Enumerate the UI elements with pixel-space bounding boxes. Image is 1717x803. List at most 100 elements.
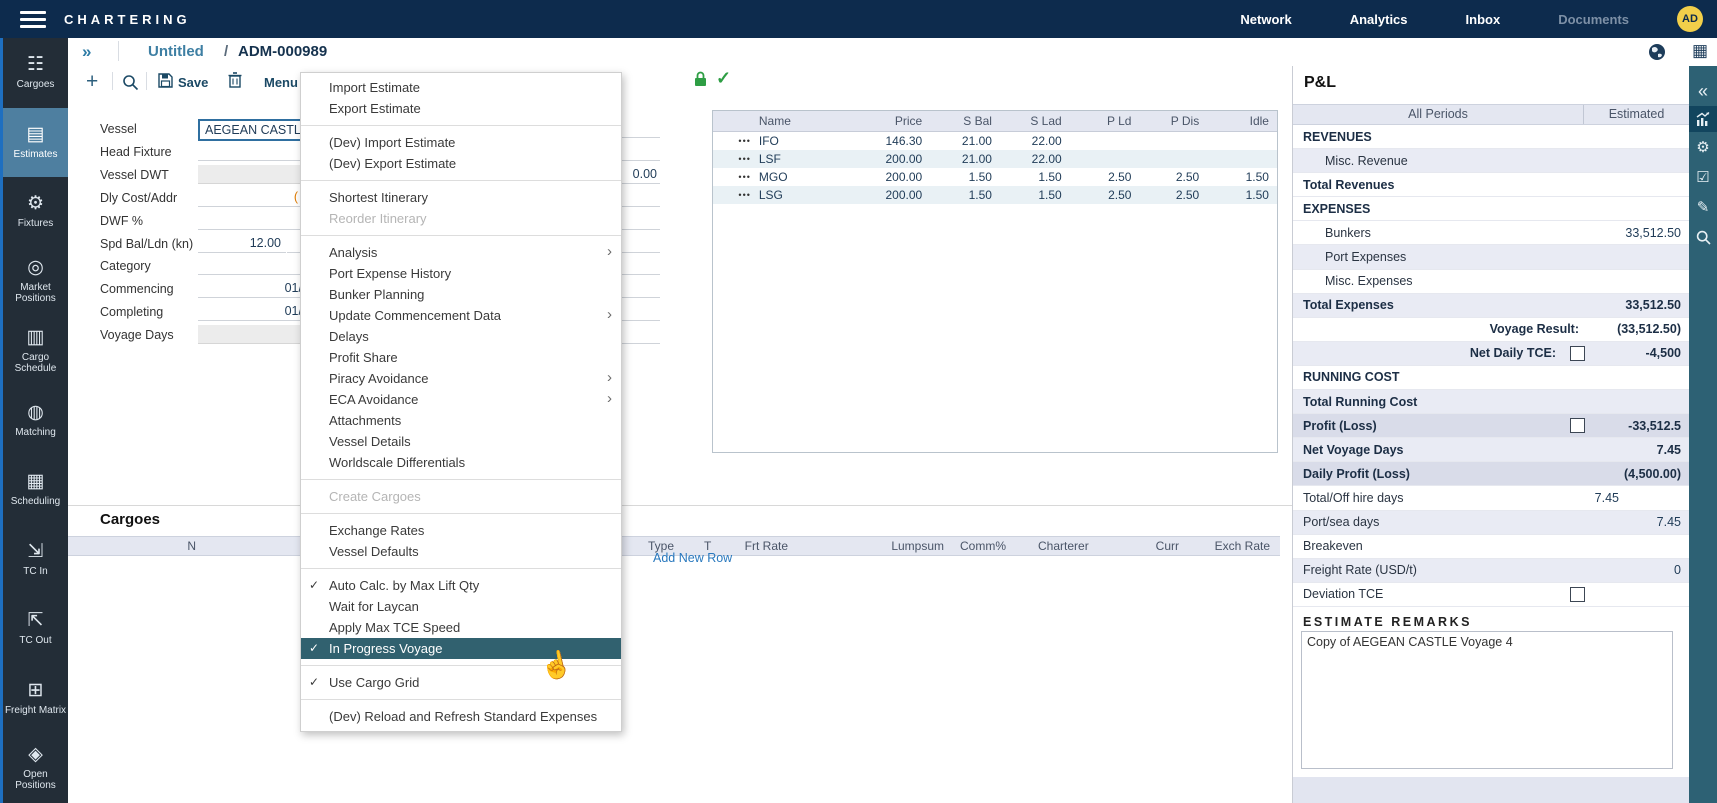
sidebar-item-cargoes[interactable]: ☷Cargoes <box>3 38 68 108</box>
pnl-row-daily-profit-loss: Daily Profit (Loss)(4,500.00) <box>1293 462 1689 486</box>
globe-icon[interactable] <box>1648 43 1666 66</box>
sidebar-item-freight-matrix[interactable]: ⊞Freight Matrix <box>3 664 68 734</box>
add-button[interactable]: + <box>86 70 98 94</box>
top-navbar: CHARTERING NetworkAnalyticsInboxDocument… <box>0 0 1717 38</box>
toolbar-divider <box>112 72 113 90</box>
add-new-row-link[interactable]: Add New Row <box>653 551 732 565</box>
bunker-row-ifo[interactable]: •••IFO146.3021.0022.00 <box>713 132 1277 150</box>
pnl-row-running-cost: RUNNING COST <box>1293 366 1689 390</box>
pnl-rows: REVENUESMisc. RevenueTotal RevenuesEXPEN… <box>1293 125 1689 607</box>
edit-pen-icon[interactable]: ✎ <box>1689 192 1717 222</box>
bunker-col-idle: Idle <box>1207 111 1277 131</box>
sidebar-item-matching[interactable]: ◍Matching <box>3 386 68 456</box>
menu-separator <box>301 479 621 480</box>
nav-link-network[interactable]: Network <box>1240 12 1291 27</box>
menu-item-wait-for-laycan[interactable]: Wait for Laycan <box>301 596 621 617</box>
pnl-checkbox[interactable] <box>1570 587 1585 602</box>
pnl-row-label: Voyage Result: <box>1303 322 1589 336</box>
breadcrumb-untitled[interactable]: Untitled <box>148 43 204 60</box>
sidebar-item-cargo-schedule[interactable]: ▥Cargo Schedule <box>3 316 68 386</box>
menu-separator <box>301 125 621 126</box>
menu-item-export-estimate[interactable]: Export Estimate <box>301 98 621 119</box>
pnl-row-voyage-result: Voyage Result:(33,512.50) <box>1293 318 1689 342</box>
field-input-commencing[interactable]: 01/ <box>198 279 302 298</box>
pnl-period-estimated[interactable]: Estimated <box>1584 105 1689 124</box>
field-input-completing[interactable]: 01/ <box>198 302 302 321</box>
menu-item-update-commencement-data[interactable]: Update Commencement Data› <box>301 305 621 326</box>
search-icon[interactable] <box>1689 222 1717 252</box>
nav-link-inbox[interactable]: Inbox <box>1466 12 1501 27</box>
bunker-cell-name: MGO <box>751 168 843 186</box>
cargo-col-n: N <box>150 537 196 555</box>
search-icon[interactable] <box>122 74 139 96</box>
menu-item-label: Create Cargoes <box>329 489 421 504</box>
pnl-checkbox[interactable] <box>1570 346 1585 361</box>
sidebar-item-scheduling[interactable]: ▦Scheduling <box>3 455 68 525</box>
menu-item-eca-avoidance[interactable]: ECA Avoidance› <box>301 389 621 410</box>
menu-item-import-estimate[interactable]: Import Estimate <box>301 77 621 98</box>
pnl-row-deviation-tce: Deviation TCE <box>1293 583 1689 607</box>
pnl-row-net-daily-tce: Net Daily TCE:-4,500 <box>1293 342 1689 366</box>
nav-link-analytics[interactable]: Analytics <box>1350 12 1408 27</box>
checkmark-icon: ✓ <box>309 672 319 693</box>
expand-panel-icon[interactable]: » <box>82 42 91 62</box>
row-menu-ellipsis[interactable]: ••• <box>713 168 751 186</box>
sidebar-item-open-positions[interactable]: ◈Open Positions <box>3 733 68 803</box>
settings-gear-icon[interactable]: ⚙ <box>1689 132 1717 162</box>
sidebar-item-fixtures[interactable]: ⚙Fixtures <box>3 177 68 247</box>
menu-button[interactable]: Menu <box>264 75 298 90</box>
pnl-row-value: 0 <box>1589 563 1681 577</box>
bunker-cell-s_lad: 22.00 <box>1000 132 1070 150</box>
menu-item-vessel-details[interactable]: Vessel Details <box>301 431 621 452</box>
pnl-period-all[interactable]: All Periods <box>1293 105 1584 124</box>
save-button[interactable]: Save <box>158 73 208 91</box>
sidebar-item-tc-out[interactable]: ⇱TC Out <box>3 594 68 664</box>
row-menu-ellipsis[interactable]: ••• <box>713 132 751 150</box>
menu-item-port-expense-history[interactable]: Port Expense History <box>301 263 621 284</box>
field-input-spd-bal-ldn-kn[interactable]: 12.00 <box>198 234 286 253</box>
grid-view-icon[interactable]: ▦ <box>1692 41 1708 61</box>
menu-item-vessel-defaults[interactable]: Vessel Defaults <box>301 541 621 562</box>
sidebar-item-market-positions[interactable]: ◎Market Positions <box>3 247 68 317</box>
menu-item-label: In Progress Voyage <box>329 641 442 656</box>
bunker-row-mgo[interactable]: •••MGO200.001.501.502.502.501.50 <box>713 168 1277 186</box>
menu-item-worldscale-differentials[interactable]: Worldscale Differentials <box>301 452 621 473</box>
menu-item-profit-share[interactable]: Profit Share <box>301 347 621 368</box>
menu-item-dev-reload-and-refresh-standard-expenses[interactable]: (Dev) Reload and Refresh Standard Expens… <box>301 706 621 727</box>
menu-item-in-progress-voyage[interactable]: ✓In Progress Voyage <box>301 638 621 659</box>
avatar[interactable]: AD <box>1677 6 1703 32</box>
bunker-table-header: NamePriceS BalS LadP LdP DisIdle <box>713 111 1277 132</box>
bunker-cell-idle: 1.50 <box>1207 168 1277 186</box>
pnl-checkbox[interactable] <box>1570 418 1585 433</box>
delete-trash-icon[interactable] <box>228 72 242 93</box>
menu-item-exchange-rates[interactable]: Exchange Rates <box>301 520 621 541</box>
menu-item-dev-export-estimate[interactable]: (Dev) Export Estimate <box>301 153 621 174</box>
menu-item-bunker-planning[interactable]: Bunker Planning <box>301 284 621 305</box>
sidebar-item-estimates[interactable]: ▤Estimates <box>3 108 68 178</box>
pnl-row-label: Port/sea days <box>1303 515 1589 529</box>
row-menu-ellipsis[interactable]: ••• <box>713 150 751 168</box>
cargo-col-curr: Curr <box>1148 537 1179 555</box>
estimate-remarks-textarea[interactable]: Copy of AEGEAN CASTLE Voyage 4 <box>1301 631 1673 769</box>
pnl-row-label: Bunkers <box>1303 226 1589 240</box>
menu-item-piracy-avoidance[interactable]: Piracy Avoidance› <box>301 368 621 389</box>
analytics-chart-icon[interactable] <box>1689 106 1717 132</box>
hamburger-menu-icon[interactable] <box>20 7 46 32</box>
menu-item-attachments[interactable]: Attachments <box>301 410 621 431</box>
bunker-table-panel: NamePriceS BalS LadP LdP DisIdle•••IFO14… <box>712 110 1278 453</box>
menu-item-label: Worldscale Differentials <box>329 455 465 470</box>
menu-item-apply-max-tce-speed[interactable]: Apply Max TCE Speed <box>301 617 621 638</box>
row-menu-ellipsis[interactable]: ••• <box>713 186 751 204</box>
pnl-row-total-off-hire-days: Total/Off hire days7.45 <box>1293 486 1689 510</box>
checklist-icon[interactable]: ☑ <box>1689 162 1717 192</box>
sidebar-item-tc-in[interactable]: ⇲TC In <box>3 525 68 595</box>
menu-item-auto-calc-by-max-lift-qty[interactable]: ✓Auto Calc. by Max Lift Qty <box>301 575 621 596</box>
collapse-panel-icon[interactable]: « <box>1689 76 1717 106</box>
bunker-row-lsg[interactable]: •••LSG200.001.501.502.502.501.50 <box>713 186 1277 204</box>
menu-item-delays[interactable]: Delays <box>301 326 621 347</box>
nav-link-documents[interactable]: Documents <box>1558 12 1629 27</box>
menu-item-dev-import-estimate[interactable]: (Dev) Import Estimate <box>301 132 621 153</box>
menu-item-analysis[interactable]: Analysis› <box>301 242 621 263</box>
menu-item-shortest-itinerary[interactable]: Shortest Itinerary <box>301 187 621 208</box>
bunker-row-lsf[interactable]: •••LSF200.0021.0022.00 <box>713 150 1277 168</box>
